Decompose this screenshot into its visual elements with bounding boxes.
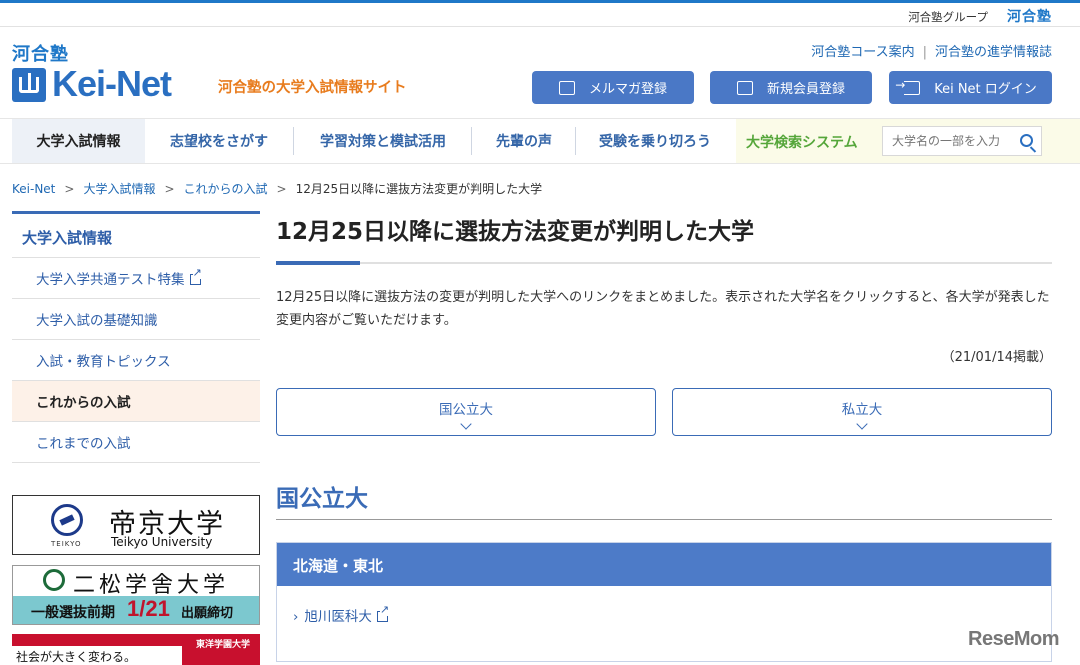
teikyo-logo-icon <box>51 504 83 536</box>
chevron-right-icon: › <box>293 609 299 625</box>
group-logo[interactable]: 河合塾 <box>1007 6 1052 26</box>
nav-study-exams[interactable]: 学習対策と模試活用 <box>298 119 468 163</box>
nav-admissions-info[interactable]: 大学入試情報 <box>12 119 145 163</box>
external-link-icon <box>376 604 390 622</box>
group-text: 河合塾グループ <box>908 10 988 24</box>
login-icon <box>895 78 921 95</box>
link-course-guide[interactable]: 河合塾コース案内 <box>811 45 914 60</box>
register-label: 新規会員登録 <box>766 82 845 97</box>
login-label: Kei Net ログイン <box>934 82 1037 97</box>
teikyo-sub: TEIKYO <box>51 540 82 548</box>
logo-keinet[interactable]: Kei-Net <box>52 64 172 104</box>
nav-seniors-voice[interactable]: 先輩の声 <box>476 119 572 163</box>
university-name: 旭川医科大 <box>304 609 372 625</box>
nav-divider <box>293 127 294 155</box>
user-card-icon <box>736 80 753 95</box>
site-header: 河合塾 Kei-Net 河合塾の大学入試情報サイト 河合塾コース案内 | 河合塾の進… <box>0 28 1080 118</box>
region-heading: 北海道・東北 <box>277 543 1051 586</box>
sidebar-item-upcoming[interactable]: これからの入試 <box>12 381 260 422</box>
page-title: 12月25日以降に選抜方法変更が判明した大学 <box>276 219 755 245</box>
posted-date: （21/01/14掲載） <box>941 350 1052 365</box>
nav-get-through-exams[interactable]: 受験を乗り切ろう <box>580 119 730 163</box>
banner-teikyo[interactable]: TEIKYO 帝京大学 Teikyo University <box>12 495 260 555</box>
tab-label: 国公立大 <box>439 402 493 418</box>
nishogakusha-logo-icon <box>43 569 65 591</box>
sidebar-item-label: これまでの入試 <box>36 436 131 452</box>
chevron-down-icon <box>856 418 868 430</box>
chevron-down-icon <box>460 418 472 430</box>
global-nav: 大学入試情報 志望校をさがす 学習対策と模試活用 先輩の声 受験を乗り切ろう 大… <box>0 118 1080 164</box>
university-link[interactable]: › 旭川医科大 <box>293 604 390 625</box>
resemom-watermark: ReseMom <box>968 628 1059 650</box>
breadcrumb-upcoming[interactable]: これからの入試 <box>184 182 268 196</box>
main-content: 12月25日以降に選抜方法変更が判明した大学 12月25日以降に選抜方法の変更が… <box>276 211 1052 662</box>
university-search: 大学検索システム <box>736 119 1080 163</box>
banner-nishogakusha[interactable]: 二松学舎大学 一般選抜前期 1/21 出願締切 <box>12 565 260 625</box>
login-button[interactable]: Kei Net ログイン <box>889 71 1052 104</box>
toyo-name: 東洋学園大学 <box>196 640 251 650</box>
mail-magazine-button[interactable]: メルマガ登録 <box>532 71 694 104</box>
mail-magazine-label: メルマガ登録 <box>588 82 667 97</box>
search-input[interactable] <box>883 127 1009 155</box>
search-icon[interactable] <box>1020 134 1033 147</box>
nishogakusha-name: 二松学舎大学 <box>73 573 230 598</box>
sidebar-item-label: 入試・教育トピックス <box>36 354 171 370</box>
site-tagline: 河合塾の大学入試情報サイト <box>218 80 407 96</box>
breadcrumb: Kei-Net > 大学入試情報 > これからの入試 >12月25日以降に選抜方法変更が判… <box>12 180 542 197</box>
breadcrumb-current: 12月25日以降に選抜方法変更が判明した大学 <box>295 182 543 196</box>
link-separator: | <box>922 45 927 60</box>
section-divider <box>276 519 1052 520</box>
nishogakusha-exam: 一般選抜前期 <box>31 605 115 621</box>
banner-toyo-gakuen[interactable]: 社会が大きく変わる。 東洋学園大学 <box>12 634 260 665</box>
header-links: 河合塾コース案内 | 河合塾の進学情報誌 <box>811 41 1052 60</box>
sidebar-item-label: これからの入試 <box>36 395 131 411</box>
sidebar-item-topics[interactable]: 入試・教育トピックス <box>12 340 260 381</box>
book-icon[interactable] <box>12 68 46 102</box>
toyo-copy: 社会が大きく変わる。 <box>16 650 137 664</box>
register-button[interactable]: 新規会員登録 <box>710 71 872 104</box>
nishogakusha-deadline: 出願締切 <box>181 606 234 621</box>
nav-find-school[interactable]: 志望校をさがす <box>150 119 288 163</box>
tab-national-public[interactable]: 国公立大 <box>276 388 656 436</box>
link-magazine[interactable]: 河合塾の進学情報誌 <box>935 45 1052 60</box>
lead-text: 12月25日以降に選抜方法の変更が判明した大学へのリンクをまとめました。表示され… <box>276 290 1050 328</box>
tab-label: 私立大 <box>841 402 883 418</box>
mail-icon <box>558 80 575 95</box>
chevron-right-icon: > <box>164 182 175 196</box>
external-link-icon <box>189 266 202 285</box>
sidebar-title[interactable]: 大学入試情報 <box>12 211 260 258</box>
search-box <box>882 126 1042 156</box>
region-box: 北海道・東北 › 旭川医科大 <box>276 542 1052 662</box>
sidebar-item-past[interactable]: これまでの入試 <box>12 422 260 463</box>
nav-divider <box>471 127 472 155</box>
tab-private[interactable]: 私立大 <box>672 388 1052 436</box>
sidebar-item-common-test[interactable]: 大学入学共通テスト特集 <box>12 258 260 299</box>
title-divider <box>276 262 1052 264</box>
group-strip: 河合塾グループ 河合塾 <box>0 3 1080 27</box>
search-system-title[interactable]: 大学検索システム <box>746 132 858 152</box>
chevron-right-icon: > <box>64 182 75 196</box>
section-title: 国公立大 <box>276 486 368 512</box>
sidebar-item-basics[interactable]: 大学入試の基礎知識 <box>12 299 260 340</box>
breadcrumb-admissions[interactable]: 大学入試情報 <box>83 182 155 196</box>
nav-divider <box>575 127 576 155</box>
nishogakusha-date: 1/21 <box>127 596 170 621</box>
sidebar-item-label: 大学入試の基礎知識 <box>36 313 158 329</box>
chevron-right-icon: > <box>276 182 287 196</box>
sidebar-item-label: 大学入学共通テスト特集 <box>36 272 185 288</box>
teikyo-name-en: Teikyo University <box>111 535 213 549</box>
title-accent <box>276 261 360 265</box>
sidebar: 大学入試情報 大学入学共通テスト特集 大学入試の基礎知識 入試・教育トピックス … <box>12 211 260 463</box>
nishogakusha-band: 一般選抜前期 1/21 出願締切 <box>13 596 259 624</box>
breadcrumb-home[interactable]: Kei-Net <box>12 182 55 196</box>
